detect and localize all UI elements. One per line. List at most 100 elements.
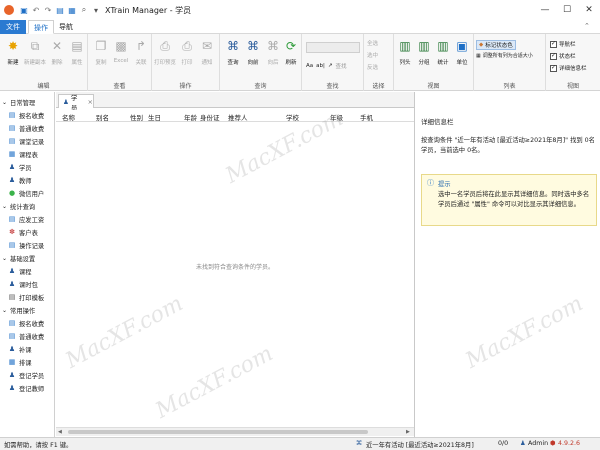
tab-operation[interactable]: 操作: [28, 20, 54, 34]
sidebar-item-schedule[interactable]: ▦ 排课: [0, 356, 54, 368]
scroll-left-icon[interactable]: ◀: [58, 429, 62, 435]
forward-button[interactable]: ⌘ 向前: [242, 38, 264, 66]
find-button[interactable]: 查找: [335, 62, 346, 70]
status-bar: 如需帮助，请按 F1 键。 ⌘ 近一年有活动 [最近活动≥2021年8月] 0/…: [0, 437, 600, 450]
save-icon[interactable]: ▣: [19, 5, 29, 15]
student-icon: ♟: [63, 97, 69, 106]
undo-icon[interactable]: ↶: [31, 5, 41, 15]
columns-icon: ▥: [399, 39, 411, 53]
maximize-button[interactable]: ☐: [556, 0, 578, 20]
sidebar-group-stats[interactable]: ⌄ 统计查询: [0, 200, 54, 212]
sidebar-item-salary[interactable]: ▤ 应发工资: [0, 213, 54, 225]
app-logo-icon: [4, 5, 14, 15]
group-label: 查询: [254, 83, 267, 90]
backward-icon: ⌘: [267, 39, 279, 53]
minimize-button[interactable]: —: [534, 0, 556, 20]
column-header[interactable]: 别名: [96, 112, 109, 122]
select-all-button[interactable]: 全选: [367, 39, 378, 47]
course-icon: ♟: [8, 267, 16, 275]
sidebar-item-class-record[interactable]: ▤ 课堂记录: [0, 135, 54, 147]
sidebar-item-teachers[interactable]: ♟ 教师: [0, 174, 54, 186]
sidebar-item-wechat-users[interactable]: ● 微信用户: [0, 187, 54, 199]
filter-status[interactable]: 近一年有活动 [最近活动≥2021年8月]: [366, 440, 474, 449]
detail-bar-checkbox[interactable]: ✓ 详细信息栏: [550, 64, 587, 72]
select-button[interactable]: 选中: [367, 51, 378, 59]
sidebar-item-hour-packages[interactable]: ♟ 课时包: [0, 278, 54, 290]
scroll-thumb[interactable]: [68, 430, 368, 434]
search-icon[interactable]: ⌕: [79, 5, 89, 15]
print-button[interactable]: ⎙ 打印: [176, 38, 198, 67]
find-input[interactable]: [306, 42, 360, 53]
sidebar-group-common[interactable]: ⌄ 常用操作: [0, 304, 54, 316]
properties-icon: ▤: [71, 39, 83, 53]
query-button[interactable]: ⌘ 查询: [222, 38, 244, 66]
column-header[interactable]: 年龄: [184, 112, 197, 122]
new-button[interactable]: ✸ 新建: [2, 38, 24, 66]
delete-button[interactable]: ✕ 删除: [46, 38, 68, 66]
new-copy-button[interactable]: ⧉ 新建副本: [24, 38, 46, 67]
column-header[interactable]: 身份证: [200, 112, 220, 122]
regex-button[interactable]: ↗: [328, 63, 333, 69]
column-header[interactable]: 手机: [360, 112, 373, 122]
help-icon[interactable]: ⌃: [584, 22, 590, 30]
autosize-columns-button[interactable]: ▦ 调整所有列为合适大小: [476, 52, 533, 60]
filter-icon: ⌘: [356, 440, 363, 447]
sidebar-item-students[interactable]: ♟ 学员: [0, 161, 54, 173]
sidebar-item-makeup[interactable]: ♟ 补课: [0, 343, 54, 355]
tab-file[interactable]: 文件: [0, 20, 26, 34]
column-header[interactable]: 名称: [62, 112, 75, 122]
tab-navigation[interactable]: 导航: [56, 20, 76, 34]
ribbon-group-operation: ⎙ 打印预览 ⎙ 打印 ✉ 通知 操作: [152, 34, 220, 91]
mark-status-color-button[interactable]: ◆ 标记状态色: [476, 40, 516, 50]
ribbon: ✸ 新建 ⧉ 新建副本 ✕ 删除 ▤ 属性 编辑 ❐ 复制 ▩ Excel ↱ 关联 查看 ⎙…: [0, 34, 600, 91]
print-preview-button[interactable]: ⎙ 打印预览: [154, 38, 176, 67]
refresh-icon: ⟳: [285, 39, 297, 53]
column-header[interactable]: 学校: [286, 112, 299, 122]
column-header[interactable]: 性别: [130, 112, 143, 122]
sidebar-item-timetable[interactable]: ▦ 课程表: [0, 148, 54, 160]
match-case-button[interactable]: Aa: [306, 63, 313, 69]
column-header[interactable]: 推荐人: [228, 112, 248, 122]
invert-select-button[interactable]: 反选: [367, 63, 378, 71]
close-button[interactable]: ✕: [578, 0, 600, 20]
refresh-button[interactable]: ⟳ 刷新: [280, 38, 302, 66]
sidebar-group-basic[interactable]: ⌄ 基础设置: [0, 252, 54, 264]
sidebar-group-daily[interactable]: ⌄ 日常管理: [0, 96, 54, 108]
sidebar-item-enroll-fee[interactable]: ▤ 报名收费: [0, 109, 54, 121]
hint-title: 提示: [438, 181, 451, 188]
menu-dropdown-icon[interactable]: ▾: [91, 5, 101, 15]
column-header[interactable]: 生日: [148, 112, 161, 122]
horizontal-scrollbar[interactable]: ◀ ▶: [56, 427, 414, 436]
sidebar-item-quick-fee[interactable]: ▤ 普通收费: [0, 330, 54, 342]
group-label: 查找: [326, 83, 339, 90]
binoculars-icon: ⌘: [227, 39, 239, 53]
copy-button[interactable]: ❐ 复制: [90, 38, 112, 66]
sidebar-item-quick-enroll[interactable]: ▤ 报名收费: [0, 317, 54, 329]
status-bar-checkbox[interactable]: ✓ 状态栏: [550, 52, 576, 60]
sidebar-item-courses[interactable]: ♟ 课程: [0, 265, 54, 277]
group-label: 查看: [113, 83, 126, 90]
new-doc-icon[interactable]: ▤: [55, 5, 65, 15]
sidebar-item-normal-fee[interactable]: ▤ 普通收费: [0, 122, 54, 134]
sidebar-item-customers[interactable]: ✽ 客户表: [0, 226, 54, 238]
group-label: 编辑: [37, 83, 50, 90]
sidebar-item-print-templates[interactable]: ▤ 打印模板: [0, 291, 54, 303]
unit-button[interactable]: ▣ 单位: [451, 38, 473, 66]
tab-students[interactable]: ♟ 学员 ×: [58, 94, 94, 112]
scroll-right-icon[interactable]: ▶: [406, 429, 410, 435]
whole-word-button[interactable]: ab|: [316, 63, 325, 69]
redo-icon[interactable]: ↷: [43, 5, 53, 15]
sidebar-item-register-student[interactable]: ♟ 登记学员: [0, 369, 54, 381]
group-label: 操作: [179, 83, 192, 90]
tab-close-icon[interactable]: ×: [88, 98, 93, 106]
excel-button[interactable]: ▩ Excel: [110, 38, 132, 64]
print-icon[interactable]: ▦: [67, 5, 77, 15]
nav-bar-checkbox[interactable]: ✓ 导航栏: [550, 40, 576, 48]
ribbon-group-query: ⌘ 查询 ⌘ 向前 ⌘ 向后 ⟳ 刷新 查询: [220, 34, 302, 91]
link-button[interactable]: ↱ 关联: [130, 38, 152, 66]
checkbox-icon: ✓: [550, 52, 557, 60]
properties-button[interactable]: ▤ 属性: [66, 38, 88, 66]
sidebar-item-operation-log[interactable]: ▤ 操作记录: [0, 239, 54, 251]
notify-button[interactable]: ✉ 通知: [196, 38, 218, 66]
sidebar-item-register-teacher[interactable]: ♟ 登记教师: [0, 382, 54, 394]
